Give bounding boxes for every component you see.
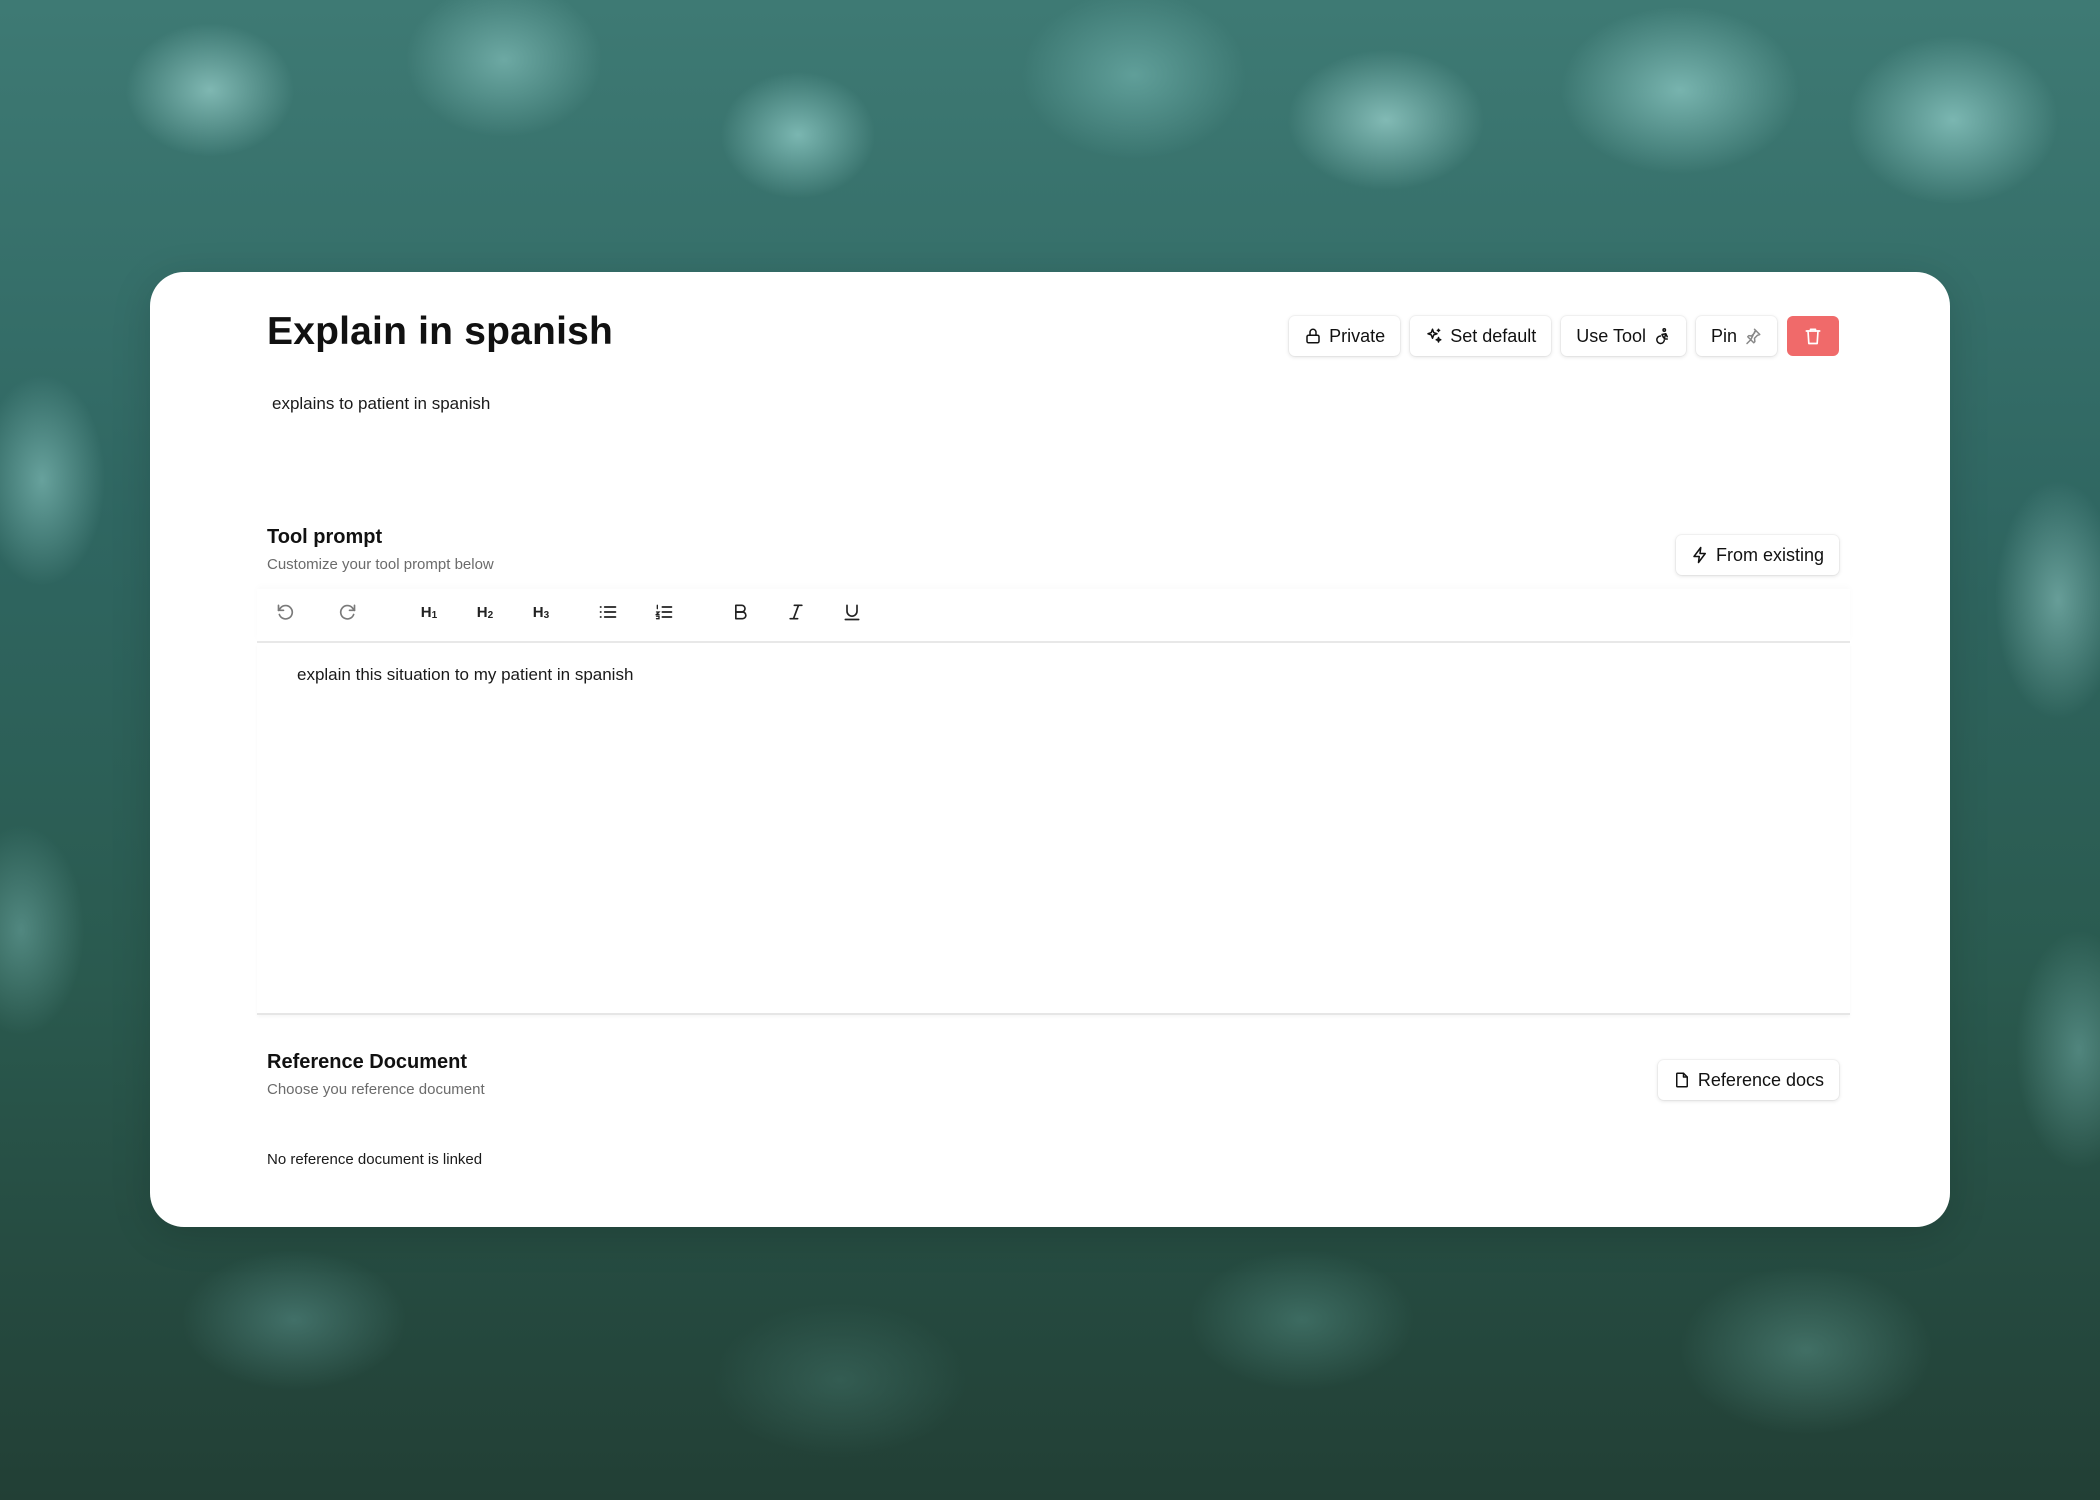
- editor-toolbar: H1 H2 H3: [257, 589, 1850, 643]
- heading-1-icon: H1: [421, 604, 437, 621]
- bullet-list-icon: [598, 602, 618, 622]
- bold-button[interactable]: [723, 589, 757, 635]
- underline-icon: [842, 602, 862, 622]
- lock-icon: [1304, 327, 1322, 345]
- undo-icon: [276, 602, 296, 622]
- prompt-section-title: Tool prompt: [267, 526, 383, 548]
- set-default-button-label: Set default: [1450, 325, 1537, 346]
- italic-icon: [786, 602, 806, 622]
- pin-icon: [1744, 327, 1762, 345]
- pin-button-label: Pin: [1710, 325, 1737, 346]
- prompt-editor-text[interactable]: explain this situation to my patient in …: [297, 665, 633, 685]
- prompt-section-subtitle: Customize your tool prompt below: [267, 556, 494, 573]
- heading-1-letter: H: [420, 603, 432, 621]
- reference-section-subtitle: Choose you reference document: [267, 1081, 485, 1098]
- reference-section-title: Reference Document: [267, 1051, 468, 1073]
- sparkles-icon: [1425, 327, 1443, 345]
- tool-card: Explain in spanish Private Set default U…: [150, 272, 1950, 1227]
- heading-1-number: 1: [431, 609, 438, 621]
- reference-docs-button[interactable]: Reference docs: [1657, 1060, 1839, 1100]
- heading-3-icon: H3: [533, 604, 549, 621]
- action-bar: Private Set default Use Tool Pin: [1289, 316, 1839, 356]
- heading-2-icon: H2: [477, 604, 493, 621]
- tool-description[interactable]: explains to patient in spanish: [272, 394, 490, 414]
- file-icon: [1673, 1071, 1691, 1089]
- delete-button[interactable]: [1787, 316, 1839, 356]
- pin-button[interactable]: Pin: [1695, 316, 1777, 356]
- heading-2-letter: H: [476, 603, 488, 621]
- redo-icon: [337, 602, 357, 622]
- zap-icon: [1691, 546, 1709, 564]
- heading-3-button[interactable]: H3: [524, 589, 558, 635]
- undo-button[interactable]: [269, 589, 303, 635]
- heading-1-button[interactable]: H1: [412, 589, 446, 635]
- redo-button[interactable]: [330, 589, 364, 635]
- private-button-label: Private: [1329, 325, 1386, 346]
- italic-button[interactable]: [779, 589, 813, 635]
- heading-2-button[interactable]: H2: [468, 589, 502, 635]
- bold-icon: [730, 602, 750, 622]
- ordered-list-button[interactable]: [647, 589, 681, 635]
- from-existing-button[interactable]: From existing: [1675, 535, 1839, 575]
- private-button[interactable]: Private: [1289, 316, 1401, 356]
- heading-2-number: 2: [487, 609, 494, 621]
- set-default-button[interactable]: Set default: [1410, 316, 1552, 356]
- heading-3-letter: H: [532, 603, 544, 621]
- underline-button[interactable]: [835, 589, 869, 635]
- use-tool-button[interactable]: Use Tool: [1561, 316, 1686, 356]
- use-tool-button-label: Use Tool: [1576, 325, 1646, 346]
- no-reference-message: No reference document is linked: [267, 1151, 483, 1168]
- reference-docs-button-label: Reference docs: [1697, 1069, 1824, 1090]
- prompt-editor[interactable]: explain this situation to my patient in …: [257, 643, 1850, 1015]
- accessibility-icon: [1653, 327, 1671, 345]
- heading-3-number: 3: [543, 609, 550, 621]
- bullet-list-button[interactable]: [591, 589, 625, 635]
- from-existing-button-label: From existing: [1715, 544, 1824, 565]
- ordered-list-icon: [654, 602, 674, 622]
- page-title: Explain in spanish: [267, 310, 614, 353]
- trash-icon: [1803, 326, 1823, 346]
